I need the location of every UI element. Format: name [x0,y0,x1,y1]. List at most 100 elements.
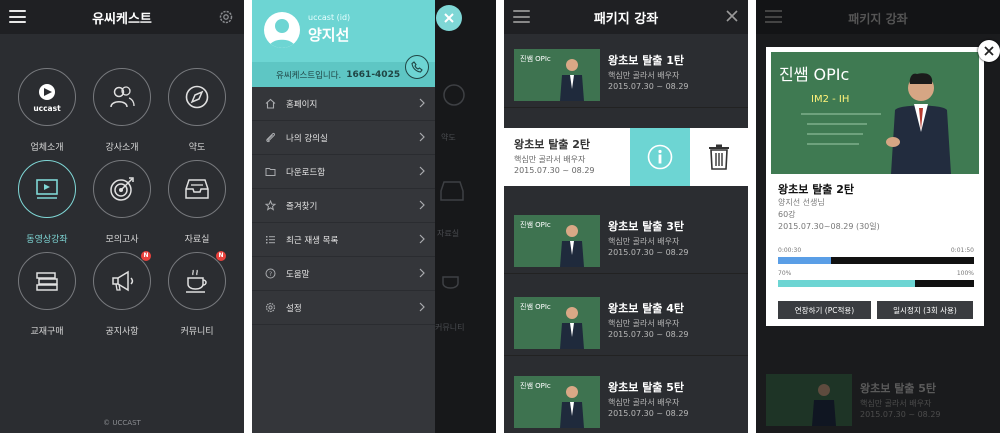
menu-item-label: 다운로드함 [286,167,326,178]
lecture-dates: 2015.07.30 ~ 08.29 [608,248,689,257]
lecture-thumbnail[interactable]: 진쌤 OPIc IM2 - IH [771,52,979,174]
hamburger-menu-icon[interactable] [513,10,530,23]
list-item: 왕초보 탈출 5탄 핵심만 골라서 배우자 2015.07.30 ~ 08.29 [756,362,1000,433]
people-icon [93,68,151,126]
swiped-list-item[interactable]: 왕초보 탈출 2탄 핵심만 골라서 배우자 2015.07.30 ~ 08.29 [504,128,748,186]
dimmed-background[interactable]: 약도 자료실 커뮤니티 [435,0,496,433]
hamburger-menu-icon[interactable] [9,10,26,23]
lecture-title: 왕초보 탈출 2탄 [778,183,855,196]
chevron-right-icon [419,200,425,210]
menu-item-settings[interactable]: 설정 [252,291,435,325]
menu-item-favorites[interactable]: 즐겨찾기 [252,189,435,223]
ghost-label: 약도 [441,133,456,142]
tile-notices[interactable]: N 공지사항 [82,251,162,337]
extend-label: 연장하기 [794,305,823,315]
lecture-title: 왕초보 탈출 5탄 [860,382,937,395]
tile-label: 약도 [188,143,206,153]
close-icon[interactable] [726,10,738,22]
menu-item-home[interactable]: 홈페이지 [252,87,435,121]
time-end: 0:01:50 [950,247,974,254]
new-badge: N [216,251,226,261]
percent-start: 70% [778,270,792,277]
close-drawer-button[interactable] [436,5,462,31]
menu-item-downloads[interactable]: 다운로드함 [252,155,435,189]
list-item[interactable]: 진쌤 OPIc 왕초보 탈출 4탄 핵심만 골라서 배우자 2015.07.30… [504,286,748,356]
megaphone-icon: N [93,251,151,310]
copyright: © UCCAST [103,419,141,427]
lecture-title: 왕초보 탈출 3탄 [608,220,685,233]
list-item[interactable]: 진쌤 OPIc 왕초보 탈출 5탄 핵심만 골라서 배우자 2015.07.30… [504,365,748,433]
video-play-icon [18,160,76,218]
lecture-subtitle: 핵심만 골라서 배우자 [860,399,932,408]
info-icon [647,144,673,170]
tile-map[interactable]: 약도 [157,68,237,153]
time-start: 0:00:30 [778,247,802,254]
chevron-right-icon [419,302,425,312]
lecture-period: 2015.07.30~08.29 (30일) [778,222,880,231]
thumbnail-title: 진쌤 OPIc [779,65,849,84]
menu-item-my-classroom[interactable]: 나의 강의실 [252,121,435,155]
tile-label: 자료실 [184,235,210,245]
side-drawer: uccast (id) 양지선 유씨케스트입니다. 1661-4025 홈페이지… [252,0,435,433]
tile-label: 교재구매 [30,327,64,337]
extend-button[interactable]: 연장하기 (PC적용) [778,301,871,319]
top-bar: 패키지 강좌 [756,0,1000,34]
tile-label: 업체소개 [30,143,64,153]
menu-item-label: 즐겨찾기 [286,201,318,212]
chevron-right-icon [419,166,425,176]
info-button[interactable] [630,128,690,186]
screen-title: 패키지 강좌 [593,11,659,27]
lecture-subtitle: 핵심만 골라서 배우자 [514,155,586,164]
gear-icon[interactable] [218,9,234,25]
close-modal-button[interactable] [978,40,1000,62]
top-bar: 유씨케스트 [0,0,244,34]
lecture-dates: 2015.07.30 ~ 08.29 [860,410,941,419]
menu-item-label: 도움말 [286,269,310,280]
books-icon [18,252,76,310]
list-item[interactable]: 진쌤 OPIc 왕초보 탈출 3탄 핵심만 골라서 배우자 2015.07.30… [504,204,748,274]
tile-resources[interactable]: 자료실 [157,160,237,245]
tile-instructors[interactable]: 강사소개 [82,68,162,153]
chevron-right-icon [419,268,425,278]
menu-item-recent[interactable]: 최근 재생 목록 [252,223,435,257]
lecture-thumbnail: 진쌤 OPIc [514,215,600,267]
user-silhouette-icon [269,19,295,48]
lecture-subtitle: 핵심만 골라서 배우자 [608,319,680,328]
tile-mock-exam[interactable]: 모의고사 [82,160,162,245]
tile-label: 강사소개 [105,143,139,153]
lecture-dates: 2015.07.30 ~ 08.29 [608,330,689,339]
close-icon [444,13,454,23]
tile-label: 커뮤니티 [180,327,214,337]
inbox-tray-icon [440,181,464,201]
list-item[interactable]: 진쌤 OPIc 왕초보 탈출 1탄 핵심만 골라서 배우자 2015.07.30… [504,38,748,108]
teacher-name: 양지선 선생님 [778,198,825,207]
menu-item-help[interactable]: ? 도움말 [252,257,435,291]
phone-icon[interactable] [405,55,429,79]
menu-item-label: 설정 [286,303,302,314]
lecture-thumbnail [766,374,852,426]
delete-button[interactable] [690,128,748,186]
tile-company[interactable]: uccast 업체소개 [7,68,87,153]
lecture-title: 왕초보 탈출 1탄 [608,54,685,67]
avatar [264,12,300,48]
time-progress-fill [778,257,831,264]
pause-button[interactable]: 일시정지 (3회 사용) [877,301,973,319]
home-screen: 유씨케스트 uccast 업체소개 강사소개 약도 동영상강좌 모의고사 자료실… [0,0,244,433]
coffee-cup-icon [442,276,459,289]
top-bar: 패키지 강좌 [504,0,748,34]
lecture-subtitle: 핵심만 골라서 배우자 [608,71,680,80]
user-id: uccast (id) [308,13,351,22]
tile-textbooks[interactable]: 교재구매 [7,252,87,337]
tile-community[interactable]: N 커뮤니티 [157,251,237,337]
time-progress-bar [778,257,974,264]
pause-note: (3회 사용) [923,305,957,315]
tile-video-lectures[interactable]: 동영상강좌 [7,160,87,245]
package-list-screen: 패키지 강좌 진쌤 OPIc 왕초보 탈출 1탄 핵심만 골라서 배우자 201… [504,0,748,433]
uccast-logo-text: uccast [33,104,61,113]
ghost-label: 자료실 [437,229,460,238]
home-icon [264,98,276,110]
close-icon [984,46,994,56]
lecture-title: 왕초보 탈출 4탄 [608,302,685,315]
svg-text:?: ? [268,270,271,278]
completion-progress-bar [778,280,974,287]
